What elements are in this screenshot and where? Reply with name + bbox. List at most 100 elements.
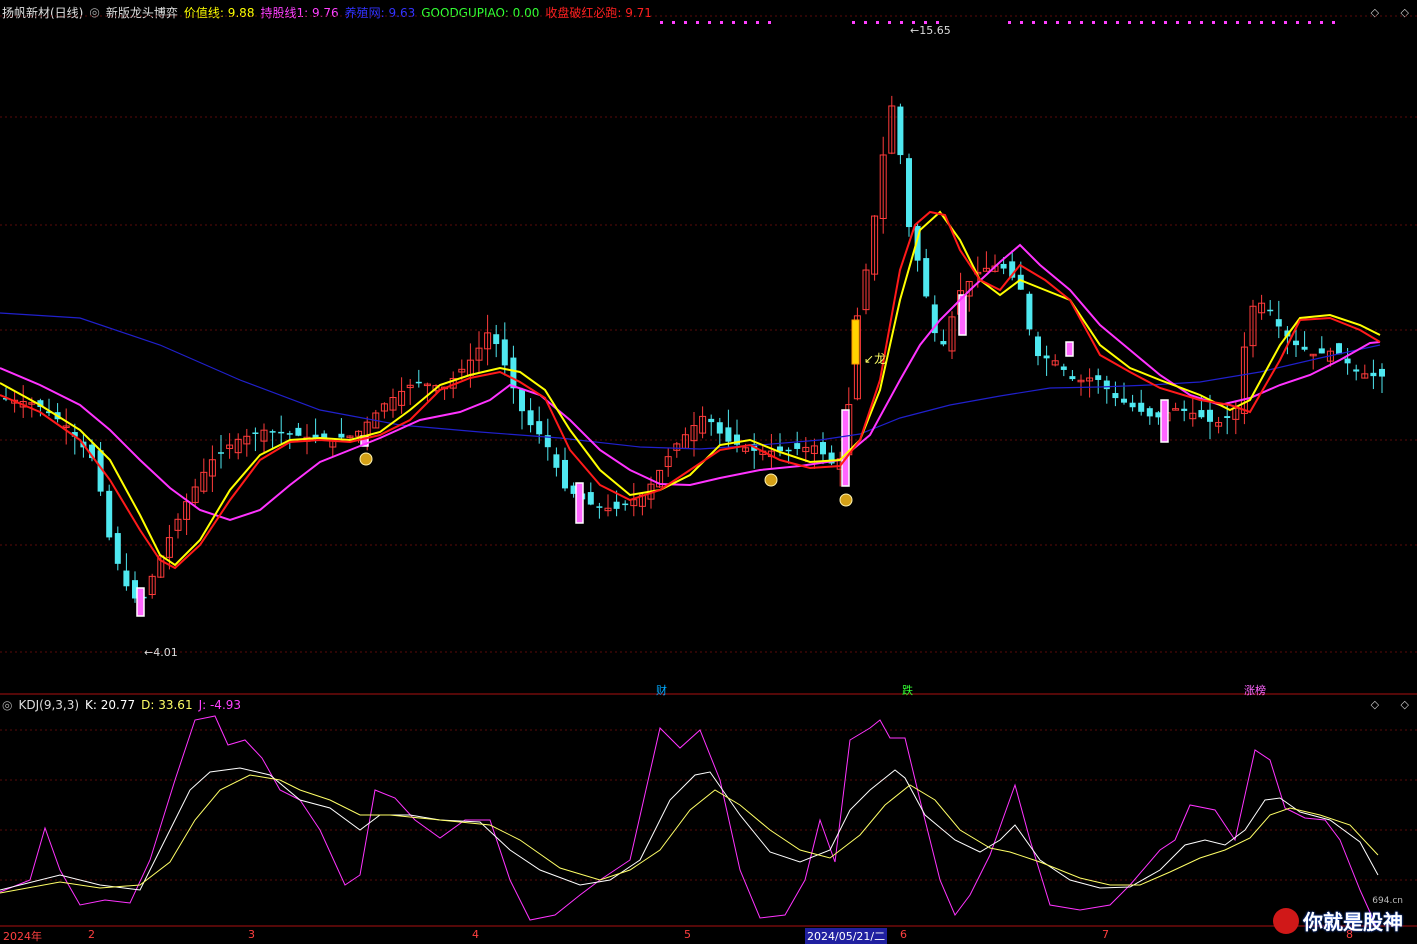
candle-body-down <box>940 341 947 345</box>
watermark-logo: 694.cn 你就是股神 <box>1273 896 1403 935</box>
candle-body-down <box>269 431 276 433</box>
candle-body-down <box>1026 293 1033 330</box>
candle-body-down <box>622 503 629 506</box>
candle-body-down <box>295 427 302 436</box>
signal-dot <box>1224 21 1227 24</box>
signal-dot <box>1140 21 1143 24</box>
highlight-candle <box>841 409 850 487</box>
signal-dot <box>1032 21 1035 24</box>
signal-dot <box>1128 21 1131 24</box>
event-label-cai[interactable]: 财 <box>656 682 667 698</box>
event-label-die[interactable]: 跌 <box>902 682 913 698</box>
candle-body-down <box>1129 402 1136 408</box>
signal-dot <box>744 21 747 24</box>
signal-dot <box>852 21 855 24</box>
time-axis-label: 2 <box>88 928 95 941</box>
dragon-candle <box>851 319 860 365</box>
candle-body-down <box>493 334 500 345</box>
candle-body-down <box>338 433 345 438</box>
candle-body-down <box>897 106 904 156</box>
signal-dot <box>1188 21 1191 24</box>
signal-dot <box>660 21 663 24</box>
candle-body-down <box>1267 309 1274 312</box>
event-label-zhangbang[interactable]: 涨榜 <box>1244 682 1266 698</box>
logo-circle-icon <box>1273 907 1299 934</box>
signal-dot <box>756 21 759 24</box>
candle-body-down <box>278 431 285 434</box>
candle-body-down <box>123 570 130 587</box>
main-candlestick-chart[interactable] <box>0 0 1417 941</box>
watermark-url: 694.cn <box>1372 896 1403 906</box>
time-axis-label: 2024年 <box>3 930 42 943</box>
candle-body-down <box>785 449 792 452</box>
money-bag-icon <box>359 452 373 466</box>
candle-body-down <box>114 533 121 564</box>
signal-dot <box>1068 21 1071 24</box>
signal-dot <box>1332 21 1335 24</box>
signal-dot <box>1008 21 1011 24</box>
candle-body-down <box>286 433 293 435</box>
collapse-icon[interactable]: ◎ <box>2 698 12 712</box>
candle-body-down <box>587 492 594 505</box>
signal-dot <box>1092 21 1095 24</box>
candle-body-down <box>1095 375 1102 380</box>
signal-dot <box>1056 21 1059 24</box>
kdj-k-value: K: 20.77 <box>85 698 136 712</box>
candle-body-down <box>562 459 568 489</box>
candle-body-down <box>1043 355 1050 359</box>
candle-body-down <box>553 454 560 468</box>
candle-body-down <box>1318 348 1325 354</box>
signal-dot <box>684 21 687 24</box>
kdj-line-d <box>0 774 1379 894</box>
candle-body-down <box>1103 380 1110 390</box>
candle-body-down <box>536 421 543 435</box>
signal-dot <box>1044 21 1047 24</box>
ma-line-red <box>0 210 1381 570</box>
candle-body-down <box>716 422 723 434</box>
signal-dot <box>864 21 867 24</box>
candle-body-down <box>1146 408 1153 417</box>
candle-body-down <box>1017 274 1024 290</box>
candle-body-down <box>106 490 113 538</box>
candle-body-down <box>510 357 517 389</box>
kdj-j-value: J: -4.93 <box>198 698 242 712</box>
signal-dot <box>1260 21 1263 24</box>
candle-body-down <box>1112 393 1119 399</box>
candle-body-down <box>923 258 930 297</box>
candle-body-down <box>1224 416 1231 418</box>
candle-body-down <box>1035 336 1041 357</box>
signal-dot <box>888 21 891 24</box>
highlight-candle <box>575 482 584 524</box>
highlight-candle <box>1160 399 1169 443</box>
signal-dot <box>720 21 723 24</box>
candle-body-down <box>1353 369 1360 372</box>
candle-body-down <box>1181 408 1188 411</box>
candle-body-down <box>1060 366 1067 370</box>
signal-dot <box>1104 21 1107 24</box>
signal-dot <box>1248 21 1251 24</box>
time-axis-label: 6 <box>900 928 907 941</box>
candle-body-down <box>501 339 508 366</box>
candle-body-down <box>415 381 422 384</box>
candle-body-down <box>1069 376 1076 380</box>
candle-body-down <box>252 432 259 434</box>
time-axis: 2024年 2 3 4 5 2024/05/21/二 6 7 8 <box>0 928 1417 944</box>
candle-body-down <box>1121 398 1127 403</box>
candle-body-down <box>596 506 603 508</box>
dragon-label: ↙龙 <box>864 352 887 366</box>
signal-dot <box>1308 21 1311 24</box>
money-bag-icon <box>764 473 778 487</box>
signal-dot <box>1200 21 1203 24</box>
candle-body-down <box>1336 343 1342 355</box>
signal-dot <box>1236 21 1239 24</box>
watermark-text: 你就是股神 <box>1303 910 1403 934</box>
kdj-d-value: D: 33.61 <box>141 698 193 712</box>
signal-dot <box>708 21 711 24</box>
kdj-title[interactable]: KDJ(9,3,3) <box>18 698 79 712</box>
candle-body-down <box>519 389 525 412</box>
time-axis-label: 7 <box>1102 928 1109 941</box>
signal-dot <box>672 21 675 24</box>
signal-dot <box>1284 21 1287 24</box>
candle-body-down <box>1293 340 1299 346</box>
money-bag-icon <box>839 493 853 507</box>
